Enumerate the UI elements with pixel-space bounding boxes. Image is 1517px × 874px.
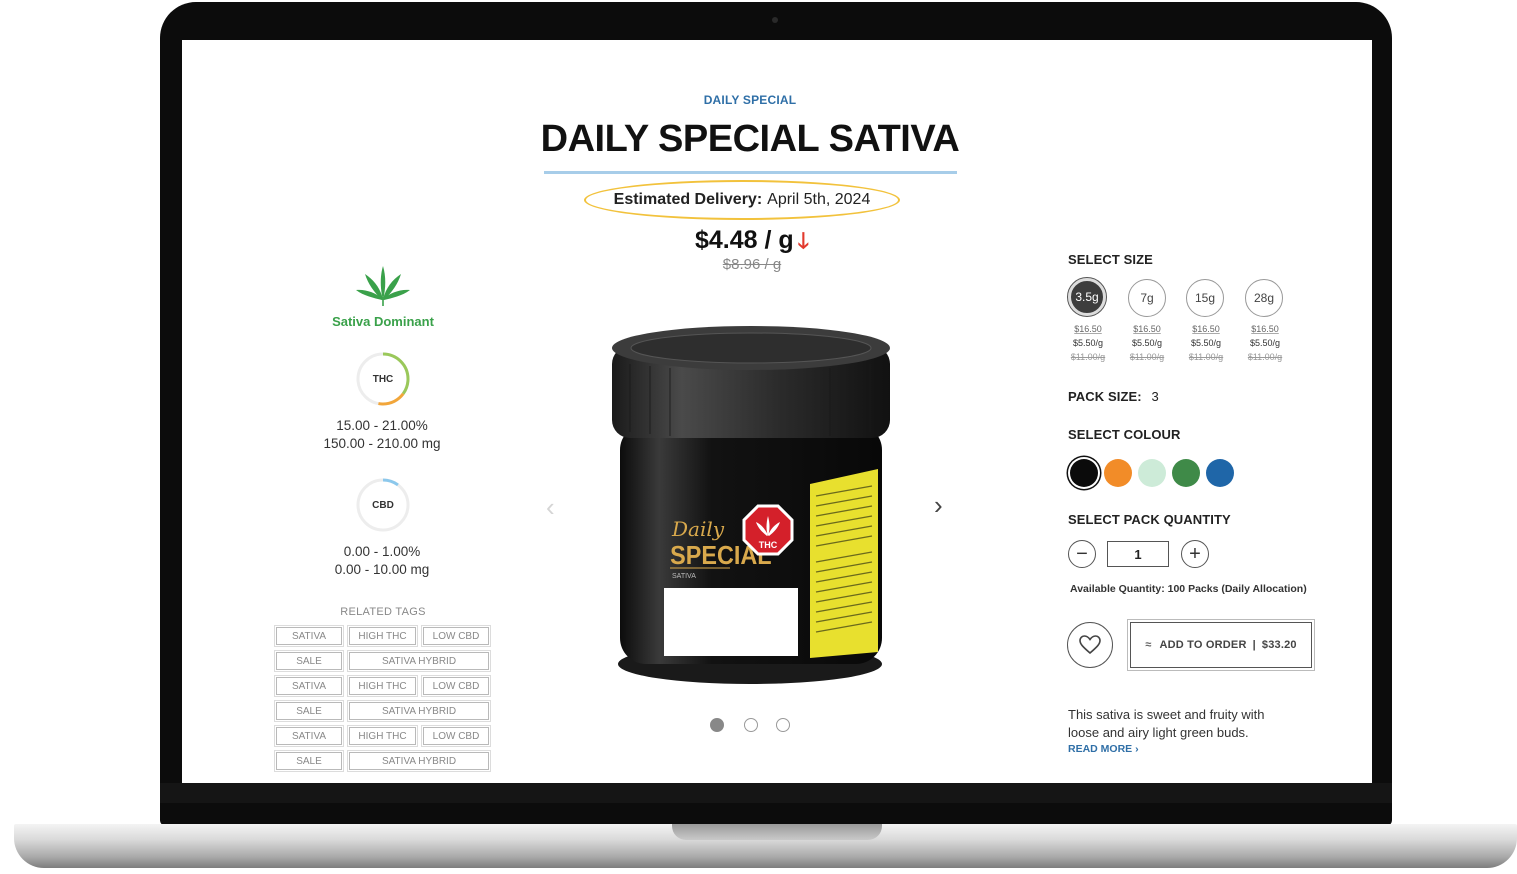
tag-chip[interactable]: SATIVA HYBRID: [347, 750, 491, 772]
pack-size: PACK SIZE: 3: [1068, 389, 1159, 404]
category-kicker[interactable]: DAILY SPECIAL: [602, 93, 898, 107]
tag-chip[interactable]: SATIVA HYBRID: [347, 700, 491, 722]
quantity-decrement-button[interactable]: −: [1068, 540, 1096, 568]
tag-chip[interactable]: HIGH THC: [347, 725, 418, 747]
carousel-dot[interactable]: [776, 718, 790, 732]
tag-chip[interactable]: SALE: [274, 650, 344, 672]
tag-chip[interactable]: HIGH THC: [347, 625, 418, 647]
carousel-prev-button[interactable]: ‹: [546, 492, 555, 523]
thc-label: THC: [372, 373, 394, 385]
estimated-delivery: Estimated Delivery: April 5th, 2024: [584, 180, 900, 220]
tag-chip[interactable]: LOW CBD: [421, 725, 491, 747]
colour-swatch-black[interactable]: [1070, 459, 1098, 487]
tag-chip[interactable]: SALE: [274, 750, 344, 772]
available-quantity: Available Quantity: 100 Packs (Daily All…: [1070, 583, 1307, 595]
size-old-per-gram: $11.00/g: [1070, 352, 1106, 362]
camera-icon: [772, 17, 778, 23]
size-option[interactable]: 28g: [1245, 279, 1283, 317]
size-per-gram: $5.50/g: [1131, 338, 1163, 348]
carousel-dot[interactable]: [744, 718, 758, 732]
add-to-order-button[interactable]: ≈ ADD TO ORDER | $33.20: [1127, 619, 1315, 671]
product-title: DAILY SPECIAL SATIVA: [540, 118, 960, 160]
quantity-input[interactable]: [1107, 541, 1169, 567]
size-price-block: $16.50 $5.50/g $11.00/g: [1243, 322, 1287, 364]
size-per-gram: $5.50/g: [1072, 338, 1104, 348]
size-price-block: $16.50 $5.50/g $11.00/g: [1066, 322, 1110, 364]
jar-thc-badge: THC: [759, 540, 778, 550]
delivery-label: Estimated Delivery:: [613, 191, 763, 208]
colour-swatch-orange[interactable]: [1104, 459, 1132, 487]
size-price-block: $16.50 $5.50/g $11.00/g: [1184, 322, 1228, 364]
thc-values: 15.00 - 21.00% 150.00 - 210.00 mg: [282, 417, 482, 453]
order-total: $33.20: [1261, 639, 1297, 651]
size-per-gram: $5.50/g: [1249, 338, 1281, 348]
related-tags-title: RELATED TAGS: [340, 606, 426, 618]
carousel-next-button[interactable]: ›: [934, 490, 943, 521]
size-per-gram: $5.50/g: [1190, 338, 1222, 348]
size-price: $16.50: [1074, 324, 1102, 334]
size-price: $16.50: [1192, 324, 1220, 334]
tag-chip[interactable]: HIGH THC: [347, 675, 418, 697]
laptop-notch: [672, 824, 882, 840]
leaf-outline-icon: ≈: [1145, 639, 1152, 651]
colour-swatch-green[interactable]: [1172, 459, 1200, 487]
thc-mg: 150.00 - 210.00 mg: [323, 436, 441, 451]
cbd-mg: 0.00 - 10.00 mg: [334, 562, 430, 577]
size-old-per-gram: $11.00/g: [1247, 352, 1283, 362]
thc-ring: THC: [355, 351, 411, 407]
size-option[interactable]: 15g: [1186, 279, 1224, 317]
cbd-values: 0.00 - 1.00% 0.00 - 10.00 mg: [282, 543, 482, 579]
tag-chip[interactable]: SATIVA HYBRID: [347, 650, 491, 672]
pack-size-value: 3: [1151, 389, 1159, 404]
old-unit-price: $8.96 / g: [722, 256, 782, 273]
thc-percent: 15.00 - 21.00%: [336, 418, 428, 433]
tag-chip[interactable]: LOW CBD: [421, 675, 491, 697]
jar-brand-sub: SATIVA: [672, 573, 696, 580]
jar-brand-line1: Daily: [671, 517, 725, 541]
size-old-per-gram: $11.00/g: [1188, 352, 1224, 362]
product-jar-image: Daily SPECIAL SATIVA THC: [612, 326, 890, 684]
size-old-per-gram: $11.00/g: [1129, 352, 1165, 362]
size-option[interactable]: 7g: [1128, 279, 1166, 317]
cbd-percent: 0.00 - 1.00%: [343, 544, 421, 559]
tag-chip[interactable]: SATIVA: [274, 625, 344, 647]
tag-chip[interactable]: SATIVA: [274, 725, 344, 747]
heart-icon: [1079, 635, 1101, 655]
size-price: $16.50: [1133, 324, 1161, 334]
colour-swatch-mint[interactable]: [1138, 459, 1166, 487]
quantity-increment-button[interactable]: +: [1181, 540, 1209, 568]
pack-size-label: PACK SIZE:: [1068, 389, 1142, 404]
size-option[interactable]: 3.5g: [1067, 277, 1107, 317]
cannabis-leaf-icon: [356, 266, 410, 306]
price-value: $4.48 / g: [694, 226, 794, 254]
strain-type: Sativa Dominant: [332, 314, 434, 329]
delivery-date: April 5th, 2024: [767, 191, 871, 208]
cbd-ring: CBD: [355, 477, 411, 533]
size-price: $16.50: [1251, 324, 1279, 334]
cbd-label: CBD: [372, 499, 394, 511]
select-size-label: SELECT SIZE: [1068, 252, 1153, 267]
tag-chip[interactable]: SALE: [274, 700, 344, 722]
product-description: This sativa is sweet and fruity with loo…: [1068, 707, 1265, 740]
tag-chip[interactable]: LOW CBD: [421, 625, 491, 647]
title-underline: [544, 171, 957, 174]
tag-chip[interactable]: SATIVA: [274, 675, 344, 697]
colour-swatch-blue[interactable]: [1206, 459, 1234, 487]
carousel-dot[interactable]: [710, 718, 724, 732]
select-colour-label: SELECT COLOUR: [1068, 427, 1181, 442]
product-page: DAILY SPECIAL DAILY SPECIAL SATIVA Estim…: [182, 40, 1372, 783]
select-pack-quantity-label: SELECT PACK QUANTITY: [1068, 512, 1231, 527]
add-to-order-label: ADD TO ORDER: [1159, 639, 1247, 651]
size-price-block: $16.50 $5.50/g $11.00/g: [1125, 322, 1169, 364]
wishlist-button[interactable]: [1067, 622, 1113, 668]
separator: |: [1252, 639, 1256, 651]
laptop-bottom-bezel: [160, 783, 1392, 803]
read-more-link[interactable]: READ MORE ›: [1068, 743, 1139, 755]
price-down-arrow-icon: 🡓: [797, 228, 810, 253]
